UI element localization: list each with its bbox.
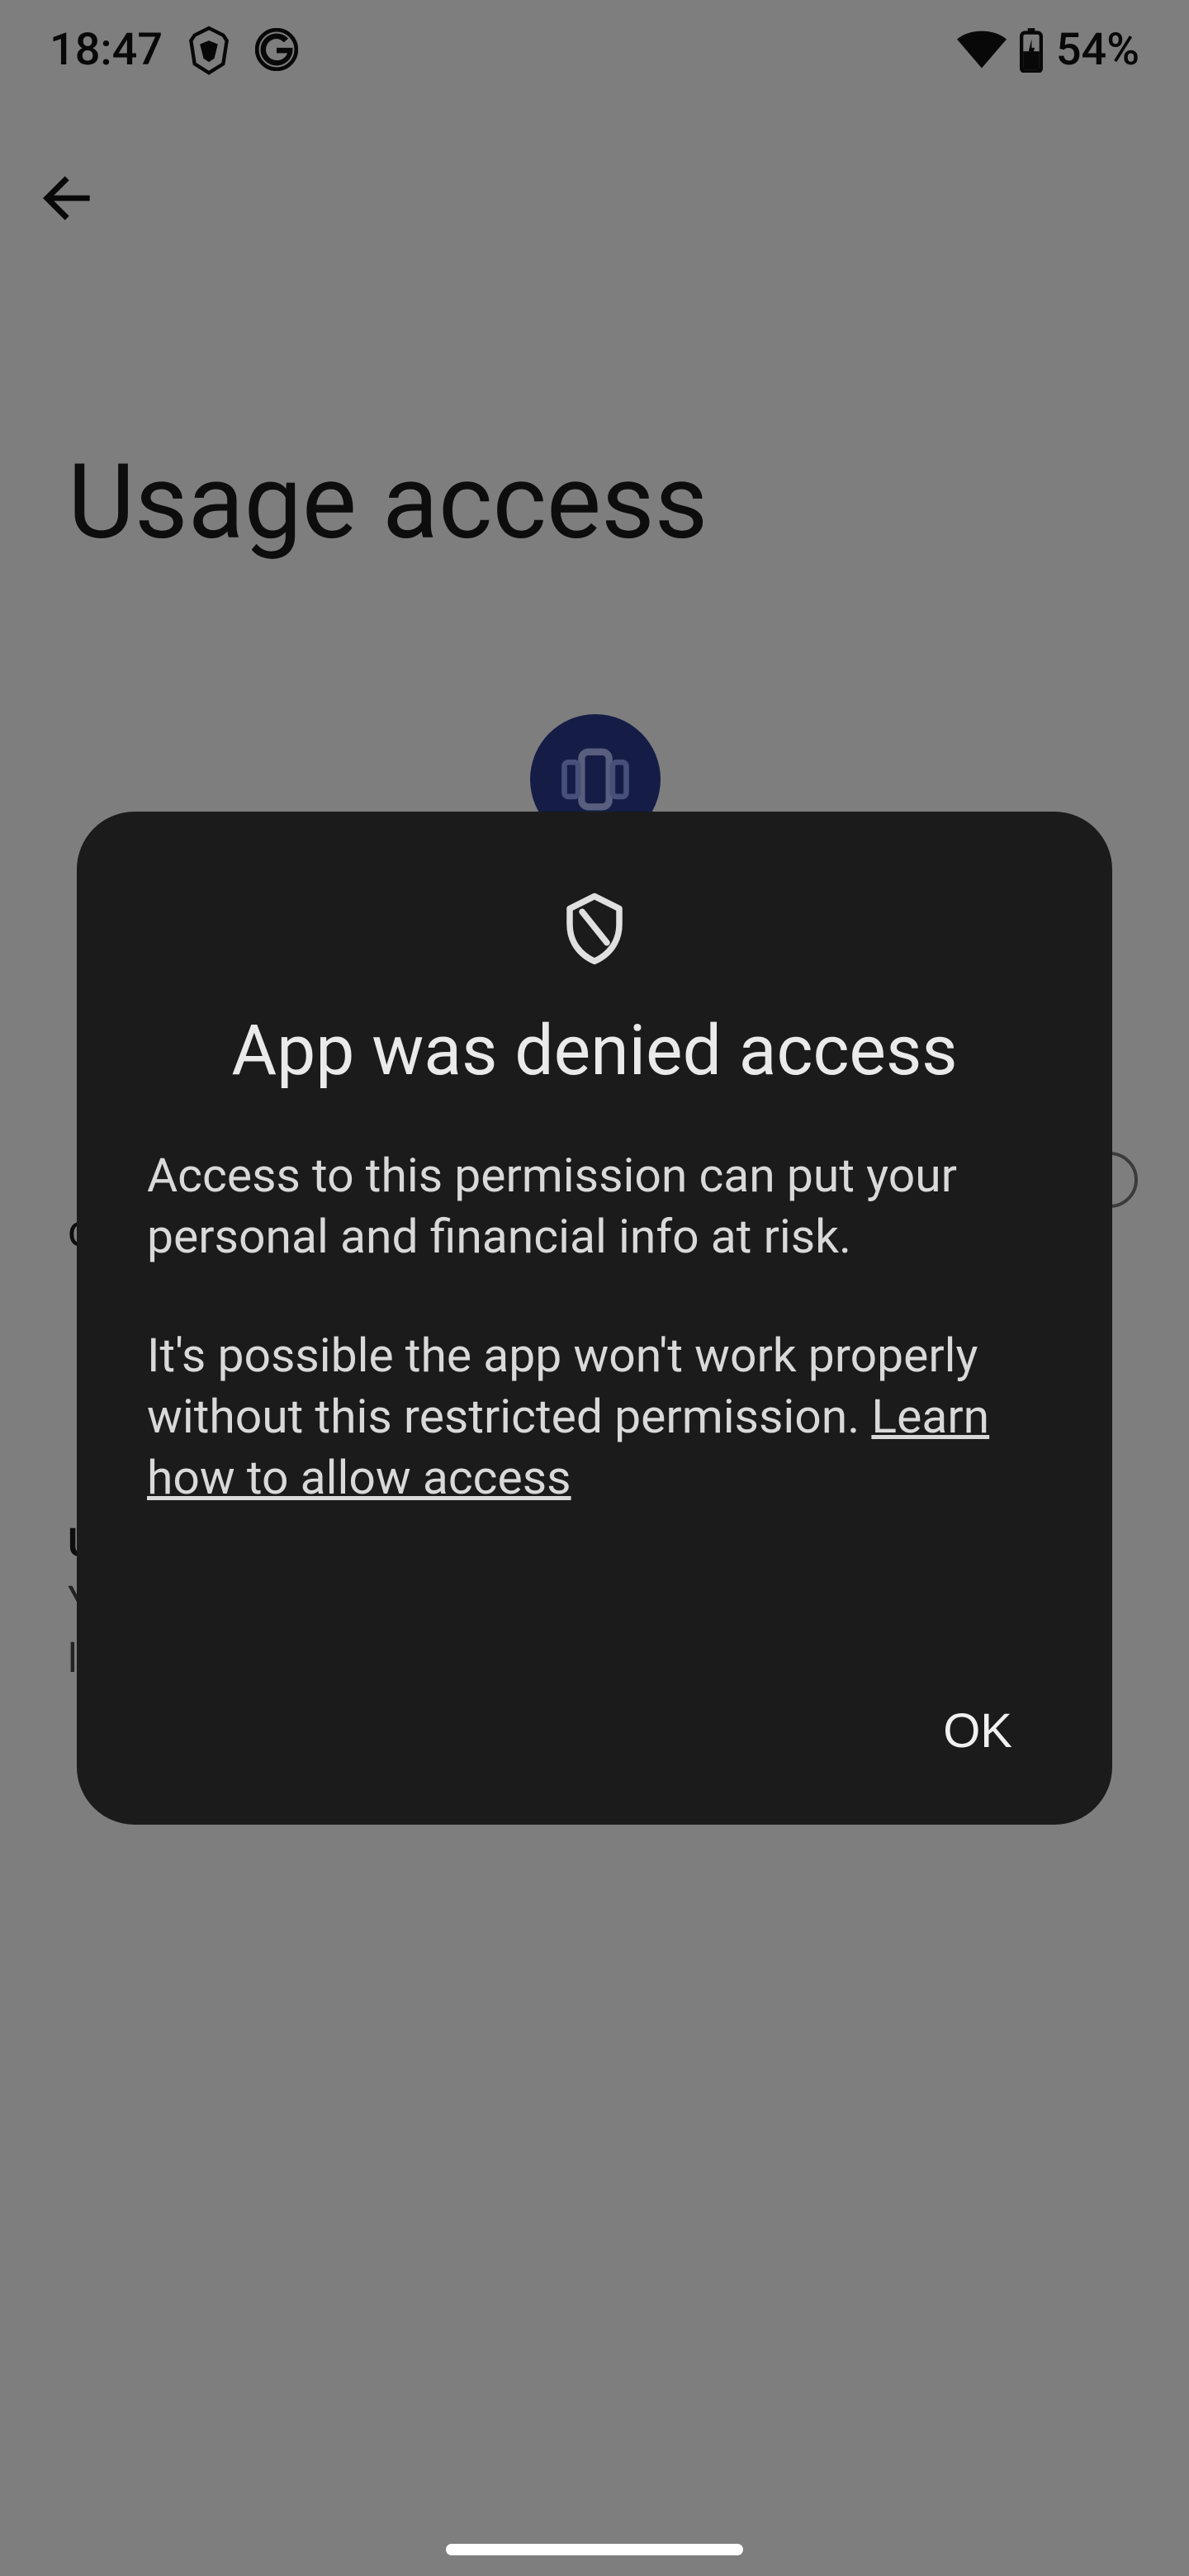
dialog-paragraph-2-lead: It's possible the app won't work properl… [147, 1328, 978, 1444]
dialog-paragraph-2: It's possible the app won't work properl… [147, 1325, 1042, 1508]
dialog-paragraph-1: Access to this permission can put your p… [147, 1145, 1042, 1267]
access-denied-dialog: App was denied access Access to this per… [77, 812, 1112, 1825]
ok-button[interactable]: OK [913, 1687, 1042, 1775]
dialog-title: App was denied access [231, 1010, 957, 1091]
dialog-body: Access to this permission can put your p… [147, 1145, 1042, 1508]
shield-icon [557, 890, 632, 964]
nav-handle[interactable] [446, 2544, 743, 2555]
dialog-actions: OK [147, 1662, 1042, 1775]
